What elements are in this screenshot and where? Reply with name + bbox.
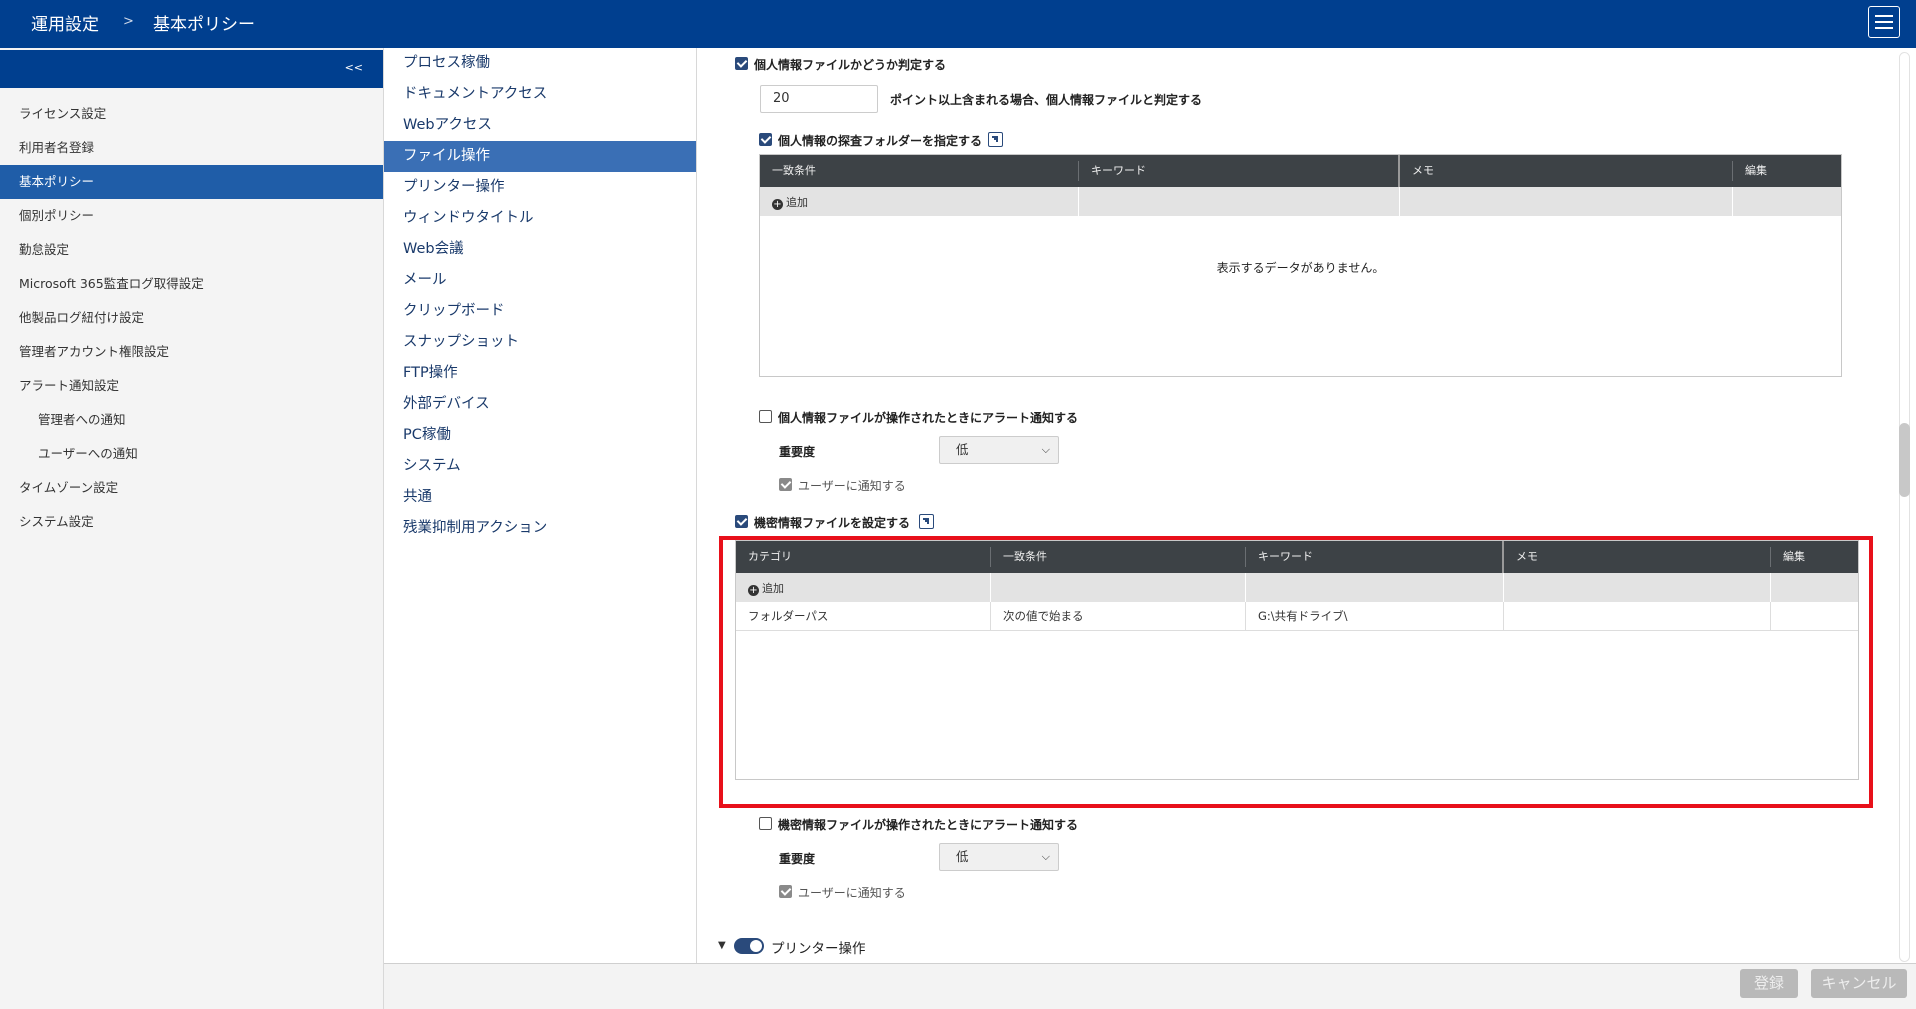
chevron-down-icon: ⌵ [1041,850,1050,863]
policy-nav-ftp[interactable]: FTP操作 [384,358,696,389]
confidential-file-checkbox[interactable] [735,515,748,528]
column-header-keyword[interactable]: キーワード [1079,155,1146,187]
personal-info-severity-select[interactable]: 低 ⌵ [939,436,1059,464]
plus-circle-icon: + [772,199,783,210]
policy-nav-web-access[interactable]: Webアクセス [384,110,696,141]
grid-add-row: + 追加 [760,187,1841,216]
personal-info-folder-label: 個人情報の探査フォルダーを指定する [778,134,983,148]
policy-nav-common[interactable]: 共通 [384,482,696,513]
sidebar-item-basic-policy[interactable]: 基本ポリシー [0,165,383,199]
printer-section-toggle[interactable] [734,938,764,954]
add-row-button[interactable]: + 追加 [772,194,808,210]
policy-category-nav: プロセス稼働 ドキュメントアクセス Webアクセス ファイル操作 プリンター操作… [384,48,697,963]
confidential-notify-user-checkbox[interactable] [779,885,792,898]
policy-nav-process[interactable]: プロセス稼働 [384,48,696,79]
register-button[interactable]: 登録 [1740,969,1798,998]
collapse-sidebar-button[interactable]: << [345,61,363,74]
personal-info-notify-user-checkbox[interactable] [779,478,792,491]
policy-nav-clipboard[interactable]: クリップボード [384,296,696,327]
personal-info-alert-label: 個人情報ファイルが操作されたときにアラート通知する [778,411,1079,425]
breadcrumb-root[interactable]: 運用設定 [31,10,99,35]
sidebar-item-other-product-log[interactable]: 他製品ログ紐付け設定 [0,301,383,335]
cancel-button[interactable]: キャンセル [1811,969,1907,998]
breadcrumb-separator: > [123,14,134,29]
sidebar-item-admin-notification[interactable]: 管理者への通知 [0,403,383,437]
highlight-box [719,536,1873,808]
personal-info-folder-checkbox[interactable] [759,133,772,146]
sidebar-collapse-bar: << [0,50,383,88]
policy-nav-mail[interactable]: メール [384,265,696,296]
personal-info-alert-checkbox[interactable] [759,410,772,423]
expand-icon[interactable] [919,514,934,529]
printer-section-label: プリンター操作 [771,941,866,957]
sidebar-item-user-notification[interactable]: ユーザーへの通知 [0,437,383,471]
personal-info-points-suffix: ポイント以上含まれる場合、個人情報ファイルと判定する [890,93,1203,107]
confidential-severity-value: 低 [956,849,969,864]
expand-icon[interactable] [988,132,1003,147]
confidential-notify-user-label: ユーザーに通知する [798,886,906,900]
grid-header: 一致条件 キーワード メモ 編集 [760,155,1841,187]
add-row-label: 追加 [786,196,808,209]
personal-info-judge-label: 個人情報ファイルかどうか判定する [754,58,947,72]
policy-nav-overtime-action[interactable]: 残業抑制用アクション [384,513,696,544]
policy-nav-file-operation[interactable]: ファイル操作 [384,141,696,172]
sidebar-item-user-registration[interactable]: 利用者名登録 [0,131,383,165]
confidential-severity-label: 重要度 [779,852,816,866]
policy-nav-external-device[interactable]: 外部デバイス [384,389,696,420]
policy-settings-content: 個人情報ファイルかどうか判定する 20 ポイント以上含まれる場合、個人情報ファイ… [697,48,1893,963]
policy-nav-web-meeting[interactable]: Web会議 [384,234,696,265]
policy-nav-pc-operation[interactable]: PC稼働 [384,420,696,451]
sidebar-item-attendance[interactable]: 勤怠設定 [0,233,383,267]
confidential-alert-label: 機密情報ファイルが操作されたときにアラート通知する [778,818,1079,832]
grid-empty-message: 表示するデータがありません。 [1216,261,1385,275]
personal-info-judge-checkbox[interactable] [735,57,748,70]
sidebar: << ライセンス設定 利用者名登録 基本ポリシー 個別ポリシー 勤怠設定 Mic… [0,48,384,1009]
footer-bar: 登録 キャンセル [384,963,1916,1009]
personal-info-severity-label: 重要度 [779,445,816,459]
scrollbar-track[interactable] [1899,52,1910,962]
sidebar-item-alert-settings[interactable]: アラート通知設定 [0,369,383,403]
policy-nav-system[interactable]: システム [384,451,696,482]
top-bar: 運用設定 > 基本ポリシー [0,0,1916,48]
personal-info-folder-grid: 一致条件 キーワード メモ 編集 + 追加 表示するデータがありません。 [759,154,1842,377]
hamburger-menu-icon[interactable] [1868,6,1900,38]
column-header-edit[interactable]: 編集 [1733,155,1767,187]
personal-info-severity-value: 低 [956,442,969,457]
policy-nav-snapshot[interactable]: スナップショット [384,327,696,358]
sidebar-menu: ライセンス設定 利用者名登録 基本ポリシー 個別ポリシー 勤怠設定 Micros… [0,97,383,539]
confidential-alert-checkbox[interactable] [759,817,772,830]
sidebar-item-m365-audit-log[interactable]: Microsoft 365監査ログ取得設定 [0,267,383,301]
column-header-match-condition[interactable]: 一致条件 [760,155,816,187]
policy-nav-window-title[interactable]: ウィンドウタイトル [384,203,696,234]
sidebar-item-admin-permissions[interactable]: 管理者アカウント権限設定 [0,335,383,369]
personal-info-notify-user-label: ユーザーに通知する [798,479,906,493]
sidebar-item-license[interactable]: ライセンス設定 [0,97,383,131]
confidential-file-label: 機密情報ファイルを設定する [754,516,911,530]
confidential-severity-select[interactable]: 低 ⌵ [939,843,1059,871]
chevron-down-icon: ⌵ [1041,443,1050,456]
personal-info-points-input[interactable]: 20 [760,85,878,113]
sidebar-item-individual-policy[interactable]: 個別ポリシー [0,199,383,233]
policy-nav-document-access[interactable]: ドキュメントアクセス [384,79,696,110]
sidebar-item-system-settings[interactable]: システム設定 [0,505,383,539]
caret-down-icon[interactable]: ▼ [718,940,726,951]
sidebar-item-timezone[interactable]: タイムゾーン設定 [0,471,383,505]
column-header-memo[interactable]: メモ [1400,155,1434,187]
scrollbar-thumb[interactable] [1899,423,1910,497]
page-title: 基本ポリシー [153,15,255,35]
policy-nav-printer[interactable]: プリンター操作 [384,172,696,203]
